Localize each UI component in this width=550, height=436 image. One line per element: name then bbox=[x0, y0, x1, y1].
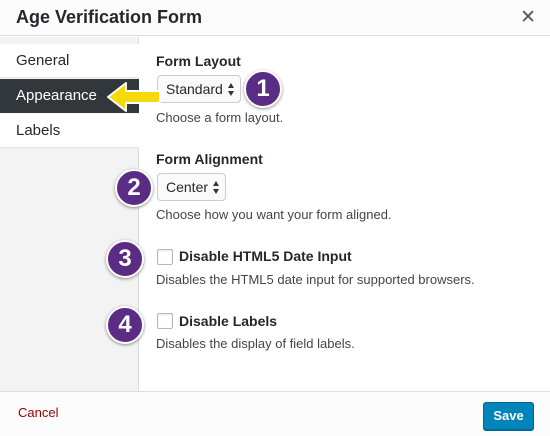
annotation-arrow-icon bbox=[107, 82, 161, 112]
sidebar-item-general[interactable]: General bbox=[0, 44, 139, 78]
disable-labels-description: Disables the display of field labels. bbox=[156, 336, 355, 351]
save-button[interactable]: Save bbox=[483, 402, 534, 430]
disable-labels-label[interactable]: Disable Labels bbox=[179, 313, 277, 329]
annotation-badge-4: 4 bbox=[106, 306, 144, 344]
html5-date-label[interactable]: Disable HTML5 Date Input bbox=[179, 248, 352, 264]
form-alignment-description: Choose how you want your form aligned. bbox=[156, 207, 392, 222]
close-icon[interactable]: ✕ bbox=[520, 6, 536, 29]
modal-title: Age Verification Form bbox=[16, 7, 203, 27]
modal-header: Age Verification Form ✕ bbox=[0, 0, 550, 36]
select-arrows-icon bbox=[228, 83, 235, 96]
form-layout-label: Form Layout bbox=[156, 53, 241, 69]
annotation-badge-2: 2 bbox=[115, 169, 153, 207]
modal-footer: Cancel Save bbox=[0, 391, 550, 436]
form-layout-select[interactable]: Standard bbox=[157, 75, 241, 103]
form-alignment-label: Form Alignment bbox=[156, 151, 263, 167]
form-layout-value: Standard bbox=[166, 81, 223, 97]
form-layout-description: Choose a form layout. bbox=[156, 110, 284, 125]
settings-panel: Form Layout Standard Choose a form layou… bbox=[139, 37, 550, 391]
sidebar-item-labels[interactable]: Labels bbox=[0, 114, 139, 148]
select-arrows-icon bbox=[213, 181, 220, 194]
cancel-link[interactable]: Cancel bbox=[18, 405, 58, 420]
html5-date-checkbox[interactable] bbox=[157, 249, 173, 265]
annotation-badge-3: 3 bbox=[106, 240, 144, 278]
form-alignment-value: Center bbox=[166, 179, 209, 195]
form-alignment-select[interactable]: Center bbox=[157, 173, 226, 201]
disable-labels-checkbox[interactable] bbox=[157, 313, 173, 329]
annotation-badge-1: 1 bbox=[244, 70, 282, 108]
html5-date-description: Disables the HTML5 date input for suppor… bbox=[156, 272, 475, 287]
